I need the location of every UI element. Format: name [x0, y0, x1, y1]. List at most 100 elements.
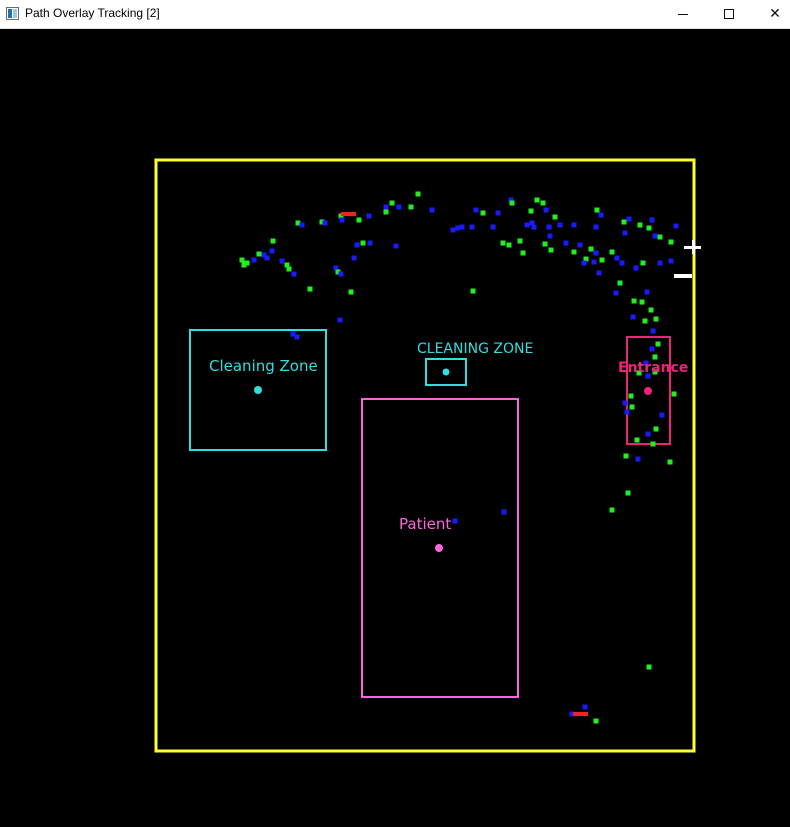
- window-title: Path Overlay Tracking [2]: [25, 6, 160, 20]
- tracking-point-blue: [635, 456, 641, 462]
- tracking-point-green: [625, 490, 631, 496]
- maximize-button[interactable]: [706, 0, 752, 28]
- tracking-point-green: [631, 298, 637, 304]
- tracking-point-blue: [469, 224, 475, 230]
- tracking-point-blue: [622, 230, 628, 236]
- cleaning-zone-left-center: [254, 386, 262, 394]
- tracking-point-blue: [633, 265, 639, 271]
- tracking-point-green: [348, 289, 354, 295]
- tracking-point-green: [286, 266, 292, 272]
- tracking-point-blue: [450, 227, 456, 233]
- tracking-point-blue: [354, 242, 360, 248]
- tracking-point-green: [383, 209, 389, 215]
- tracking-point-green: [646, 664, 652, 670]
- tracking-point-blue: [673, 223, 679, 229]
- entrance-zone-label: Entrance: [618, 360, 688, 376]
- tracking-point-blue: [619, 260, 625, 266]
- tracking-point-blue: [577, 242, 583, 248]
- tracking-point-blue: [459, 224, 465, 230]
- tracking-point-green: [520, 250, 526, 256]
- tracking-point-blue: [501, 509, 507, 515]
- tracking-point-blue: [383, 204, 389, 210]
- maximize-icon: [724, 9, 734, 19]
- tracking-point-blue: [546, 224, 552, 230]
- tracking-point-blue: [591, 259, 597, 265]
- tracking-point-blue: [429, 207, 435, 213]
- tracking-point-blue: [613, 290, 619, 296]
- tracking-point-green: [593, 718, 599, 724]
- tracking-point-blue: [624, 409, 630, 415]
- cleaning-zone-small-label: CLEANING ZONE: [417, 341, 533, 357]
- tracking-point-blue: [251, 257, 257, 263]
- tracking-point-green: [588, 246, 594, 252]
- tracking-point-blue: [563, 240, 569, 246]
- tracking-point-blue: [291, 271, 297, 277]
- tracking-point-blue: [396, 204, 402, 210]
- entrance-zone-center: [644, 387, 652, 395]
- tracking-canvas: Cleaning Zone CLEANING ZONE Patient Entr…: [0, 29, 790, 827]
- tracking-point-blue: [279, 258, 285, 264]
- tracking-point-green: [634, 437, 640, 443]
- tracking-point-green: [667, 459, 673, 465]
- tracking-point-green: [653, 316, 659, 322]
- tracking-point-green: [629, 404, 635, 410]
- close-button[interactable]: ✕: [752, 0, 790, 28]
- tracking-point-green: [637, 222, 643, 228]
- tracking-point-green: [648, 307, 654, 313]
- tracking-point-blue: [657, 260, 663, 266]
- tracking-point-blue: [626, 216, 632, 222]
- tracking-point-blue: [582, 704, 588, 710]
- tracking-point-green: [621, 219, 627, 225]
- tracking-point-blue: [659, 412, 665, 418]
- tracking-point-green: [548, 247, 554, 253]
- cleaning-zone-small-center: [442, 368, 450, 376]
- tracking-point-green: [307, 286, 313, 292]
- title-bar[interactable]: Path Overlay Tracking [2] ✕: [0, 0, 790, 29]
- tracking-point-blue: [322, 220, 328, 226]
- tracking-point-green: [480, 210, 486, 216]
- tracking-point-blue: [596, 270, 602, 276]
- tracking-point-green: [552, 214, 558, 220]
- tracking-point-blue: [531, 224, 537, 230]
- tracking-point-green: [360, 240, 366, 246]
- tracking-point-blue: [543, 207, 549, 213]
- tracking-point-green: [540, 200, 546, 206]
- white-marker: [692, 240, 695, 254]
- tracking-point-green: [655, 341, 661, 347]
- tracking-point-green: [653, 426, 659, 432]
- tracking-point-blue: [593, 224, 599, 230]
- tracking-point-green: [542, 241, 548, 247]
- tracking-points: [239, 191, 679, 724]
- tracking-point-green: [599, 257, 605, 263]
- tracking-point-green: [657, 234, 663, 240]
- tracking-point-green: [389, 200, 395, 206]
- tracking-point-blue: [614, 255, 620, 261]
- patient-zone-label: Patient: [399, 515, 451, 533]
- red-marker: [341, 212, 356, 216]
- tracking-point-green: [534, 197, 540, 203]
- tracking-point-green: [244, 260, 250, 266]
- minimize-button[interactable]: [660, 0, 706, 28]
- tracking-point-blue: [473, 207, 479, 213]
- cleaning-zone-left-label: Cleaning Zone: [209, 357, 318, 375]
- tracking-point-blue: [524, 222, 530, 228]
- tracking-point-blue: [337, 317, 343, 323]
- room-boundary: [154, 158, 696, 753]
- tracking-point-blue: [299, 222, 305, 228]
- tracking-point-green: [671, 391, 677, 397]
- tracking-point-green: [646, 225, 652, 231]
- tracking-point-blue: [649, 217, 655, 223]
- tracking-point-green: [500, 240, 506, 246]
- tracking-point-blue: [294, 334, 300, 340]
- tracking-point-blue: [339, 217, 345, 223]
- white-marker: [674, 274, 692, 278]
- tracking-point-blue: [264, 255, 270, 261]
- tracking-point-green: [509, 200, 515, 206]
- tracking-point-blue: [630, 314, 636, 320]
- tracking-point-green: [517, 238, 523, 244]
- tracking-point-blue: [338, 271, 344, 277]
- tracking-point-green: [571, 249, 577, 255]
- tracking-point-green: [609, 249, 615, 255]
- tracking-point-green: [528, 208, 534, 214]
- tracking-point-blue: [452, 518, 458, 524]
